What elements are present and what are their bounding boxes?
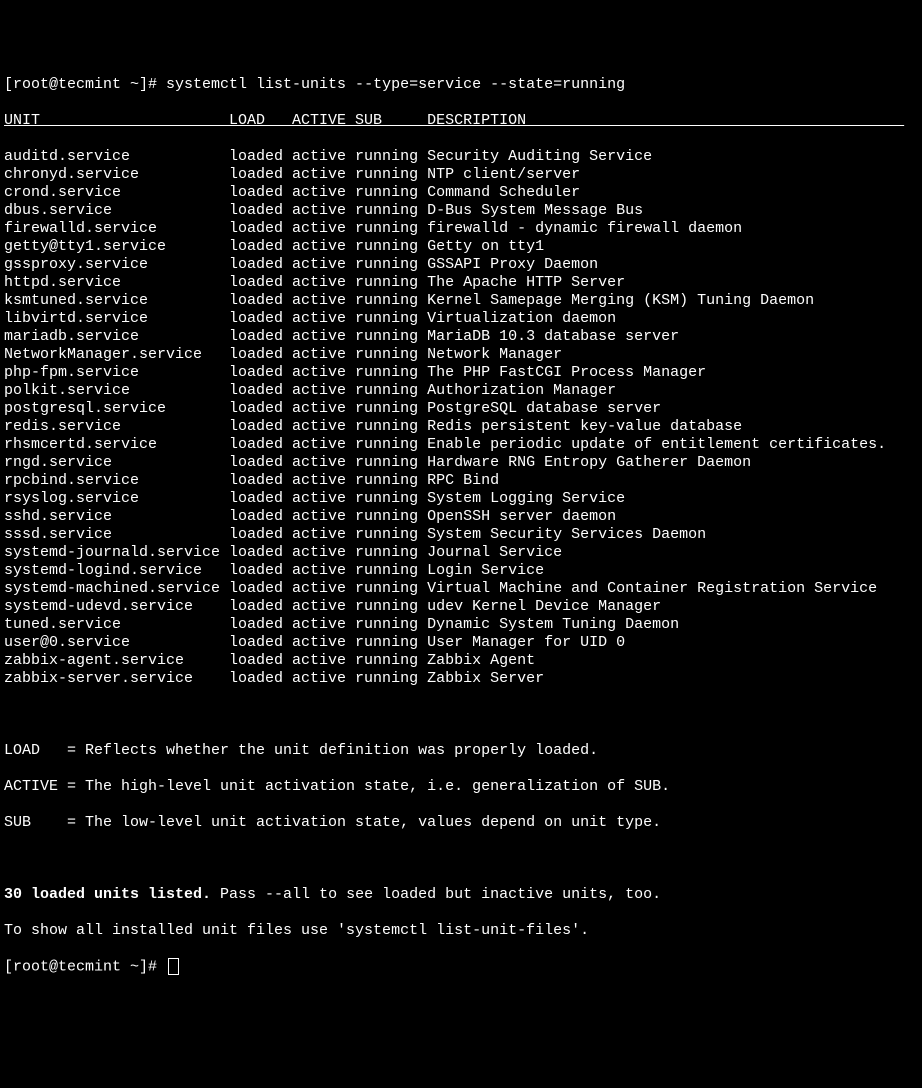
table-row: rsyslog.service loaded active running Sy…: [4, 490, 918, 508]
blank-line: [4, 706, 918, 724]
unit-count: 30 loaded units listed.: [4, 886, 211, 903]
command-text: systemctl list-units --type=service --st…: [166, 76, 625, 93]
table-row: rpcbind.service loaded active running RP…: [4, 472, 918, 490]
table-row: sshd.service loaded active running OpenS…: [4, 508, 918, 526]
table-row: tuned.service loaded active running Dyna…: [4, 616, 918, 634]
table-row: sssd.service loaded active running Syste…: [4, 526, 918, 544]
table-row: polkit.service loaded active running Aut…: [4, 382, 918, 400]
table-row: rhsmcertd.service loaded active running …: [4, 436, 918, 454]
blank-line: [4, 850, 918, 868]
table-row: getty@tty1.service loaded active running…: [4, 238, 918, 256]
table-row: systemd-machined.service loaded active r…: [4, 580, 918, 598]
legend-load: LOAD = Reflects whether the unit definit…: [4, 742, 918, 760]
table-row: auditd.service loaded active running Sec…: [4, 148, 918, 166]
prompt-line: [root@tecmint ~]# systemctl list-units -…: [4, 76, 918, 94]
table-row: chronyd.service loaded active running NT…: [4, 166, 918, 184]
footer-count: 30 loaded units listed. Pass --all to se…: [4, 886, 918, 904]
table-row: systemd-udevd.service loaded active runn…: [4, 598, 918, 616]
table-row: crond.service loaded active running Comm…: [4, 184, 918, 202]
table-row: user@0.service loaded active running Use…: [4, 634, 918, 652]
table-header: UNIT LOAD ACTIVE SUB DESCRIPTION: [4, 112, 918, 130]
table-row: dbus.service loaded active running D-Bus…: [4, 202, 918, 220]
table-row: httpd.service loaded active running The …: [4, 274, 918, 292]
table-row: php-fpm.service loaded active running Th…: [4, 364, 918, 382]
table-row: NetworkManager.service loaded active run…: [4, 346, 918, 364]
table-row: redis.service loaded active running Redi…: [4, 418, 918, 436]
table-row: mariadb.service loaded active running Ma…: [4, 328, 918, 346]
unit-list: auditd.service loaded active running Sec…: [4, 148, 918, 688]
cursor-icon: [168, 958, 179, 975]
table-row: systemd-logind.service loaded active run…: [4, 562, 918, 580]
table-row: zabbix-server.service loaded active runn…: [4, 670, 918, 688]
shell-prompt: [root@tecmint ~]#: [4, 76, 166, 93]
table-row: rngd.service loaded active running Hardw…: [4, 454, 918, 472]
table-row: zabbix-agent.service loaded active runni…: [4, 652, 918, 670]
table-row: postgresql.service loaded active running…: [4, 400, 918, 418]
table-row: ksmtuned.service loaded active running K…: [4, 292, 918, 310]
table-row: firewalld.service loaded active running …: [4, 220, 918, 238]
footer-hint: To show all installed unit files use 'sy…: [4, 922, 918, 940]
legend-sub: SUB = The low-level unit activation stat…: [4, 814, 918, 832]
table-row: libvirtd.service loaded active running V…: [4, 310, 918, 328]
terminal-output[interactable]: [root@tecmint ~]# systemctl list-units -…: [4, 58, 918, 994]
legend-active: ACTIVE = The high-level unit activation …: [4, 778, 918, 796]
footer-hint-inline: Pass --all to see loaded but inactive un…: [211, 886, 661, 903]
table-row: systemd-journald.service loaded active r…: [4, 544, 918, 562]
table-row: gssproxy.service loaded active running G…: [4, 256, 918, 274]
shell-prompt: [root@tecmint ~]#: [4, 958, 166, 975]
prompt-line-2[interactable]: [root@tecmint ~]#: [4, 958, 918, 976]
